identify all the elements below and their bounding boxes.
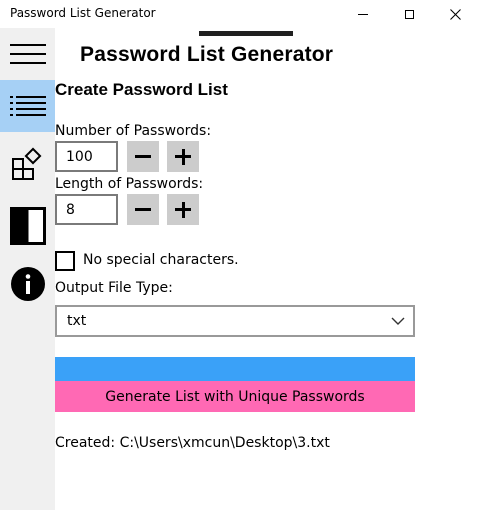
maximize-icon	[404, 9, 414, 19]
drag-handle[interactable]	[199, 31, 293, 36]
close-button[interactable]	[432, 0, 477, 28]
num-passwords-label: Number of Passwords:	[55, 123, 212, 139]
window-title: Password List Generator	[10, 6, 156, 20]
num-passwords-decrement-button[interactable]	[127, 141, 159, 172]
length-decrement-button[interactable]	[127, 194, 159, 225]
file-type-value: txt	[67, 313, 87, 329]
plus-icon	[175, 148, 191, 165]
length-input[interactable]	[55, 194, 118, 225]
sidebar	[0, 28, 55, 510]
length-label: Length of Passwords:	[55, 176, 204, 192]
chevron-down-icon	[391, 317, 405, 325]
file-type-select[interactable]: txt	[55, 305, 415, 337]
sidebar-item-password-list[interactable]	[0, 80, 55, 132]
sidebar-item-tools[interactable]	[0, 138, 55, 190]
close-icon	[449, 8, 461, 20]
num-passwords-increment-button[interactable]	[167, 141, 199, 172]
minimize-icon	[358, 13, 368, 15]
theme-contrast-icon	[9, 207, 46, 245]
minus-icon	[135, 155, 151, 158]
minus-icon	[135, 208, 151, 211]
info-icon	[10, 267, 45, 301]
sidebar-item-about[interactable]	[0, 258, 55, 310]
sidebar-item-theme[interactable]	[0, 200, 55, 252]
maximize-button[interactable]	[386, 0, 432, 28]
num-passwords-input[interactable]	[55, 141, 118, 172]
no-special-label: No special characters.	[83, 252, 239, 268]
hamburger-menu-icon	[9, 37, 46, 71]
plus-icon	[175, 201, 191, 218]
no-special-checkbox[interactable]	[55, 251, 75, 271]
sidebar-menu-button[interactable]	[0, 28, 55, 80]
minimize-button[interactable]	[340, 0, 386, 28]
file-type-label: Output File Type:	[55, 280, 173, 296]
length-increment-button[interactable]	[167, 194, 199, 225]
list-icon	[9, 94, 46, 118]
shapes-icon	[11, 147, 41, 180]
title-bar: Password List Generator	[0, 0, 477, 28]
progress-bar	[55, 357, 415, 381]
generate-button[interactable]: Generate List with Unique Passwords	[55, 381, 415, 412]
section-title: Create Password List	[55, 80, 228, 99]
status-text: Created: C:\Users\xmcun\Desktop\3.txt	[55, 435, 330, 451]
app-title: Password List Generator	[80, 43, 334, 66]
